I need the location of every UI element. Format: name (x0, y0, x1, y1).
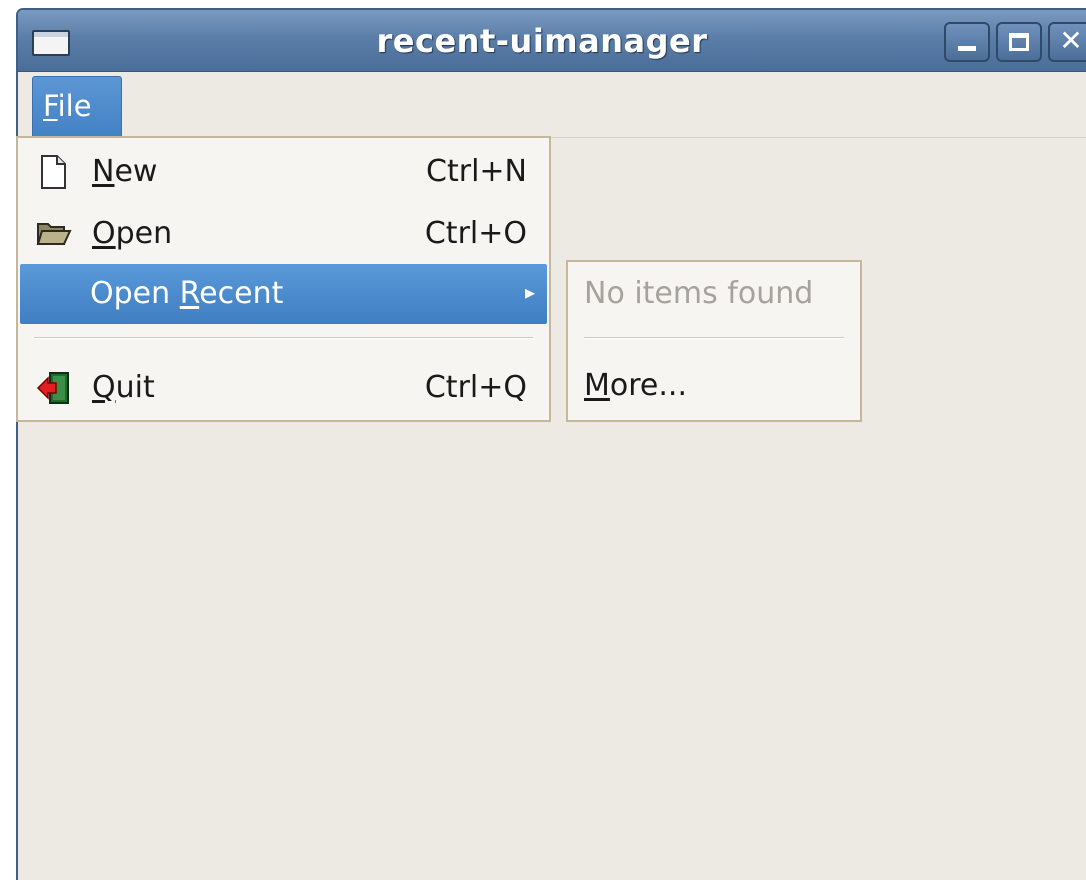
menu-bar: File (18, 72, 1086, 138)
file-label-rest: ile (57, 89, 92, 123)
menu-item-more[interactable]: More... (584, 368, 687, 403)
quit-mnemonic: Q (92, 370, 116, 405)
open-recent-mnemonic: R (179, 276, 200, 311)
window-title: recent-uimanager (376, 22, 708, 60)
new-mnemonic: N (92, 154, 115, 189)
more-mnemonic: M (584, 368, 610, 403)
minimize-icon (958, 46, 976, 51)
no-items-label: No items found (584, 276, 814, 311)
menu-file[interactable]: File (32, 76, 122, 138)
file-menu: New Ctrl+N Open Ctrl+O Open Recent ▸ Qui… (16, 136, 551, 422)
minimize-button[interactable] (944, 22, 990, 62)
menu-separator (34, 337, 533, 339)
quit-label-rest: uit (115, 370, 155, 405)
title-bar[interactable]: recent-uimanager ✕ (18, 10, 1086, 72)
open-recent-label-rest: ecent (199, 276, 284, 311)
quit-shortcut: Ctrl+Q (424, 370, 527, 405)
close-icon: ✕ (1059, 24, 1083, 57)
submenu-separator (584, 337, 844, 339)
menu-item-new[interactable]: New Ctrl+N (18, 142, 549, 202)
close-button[interactable]: ✕ (1048, 22, 1086, 62)
exit-door-icon (36, 370, 70, 406)
open-shortcut: Ctrl+O (424, 216, 527, 251)
file-mnemonic: F (43, 89, 58, 123)
open-recent-label-pre: Open (90, 276, 180, 311)
open-recent-submenu: No items found More... (566, 260, 862, 422)
submenu-arrow-icon: ▸ (524, 280, 535, 304)
open-label-rest: pen (115, 216, 173, 251)
maximize-button[interactable] (996, 22, 1042, 62)
menu-item-open[interactable]: Open Ctrl+O (18, 204, 549, 264)
document-new-icon (36, 154, 70, 190)
menu-item-quit[interactable]: Quit Ctrl+Q (18, 358, 549, 418)
folder-open-icon (36, 216, 72, 252)
new-label-rest: ew (114, 154, 158, 189)
more-label-rest: ore... (609, 368, 687, 403)
new-shortcut: Ctrl+N (426, 154, 527, 189)
maximize-icon (1009, 33, 1029, 51)
open-mnemonic: O (92, 216, 116, 251)
menu-item-open-recent[interactable]: Open Recent ▸ (20, 264, 547, 324)
